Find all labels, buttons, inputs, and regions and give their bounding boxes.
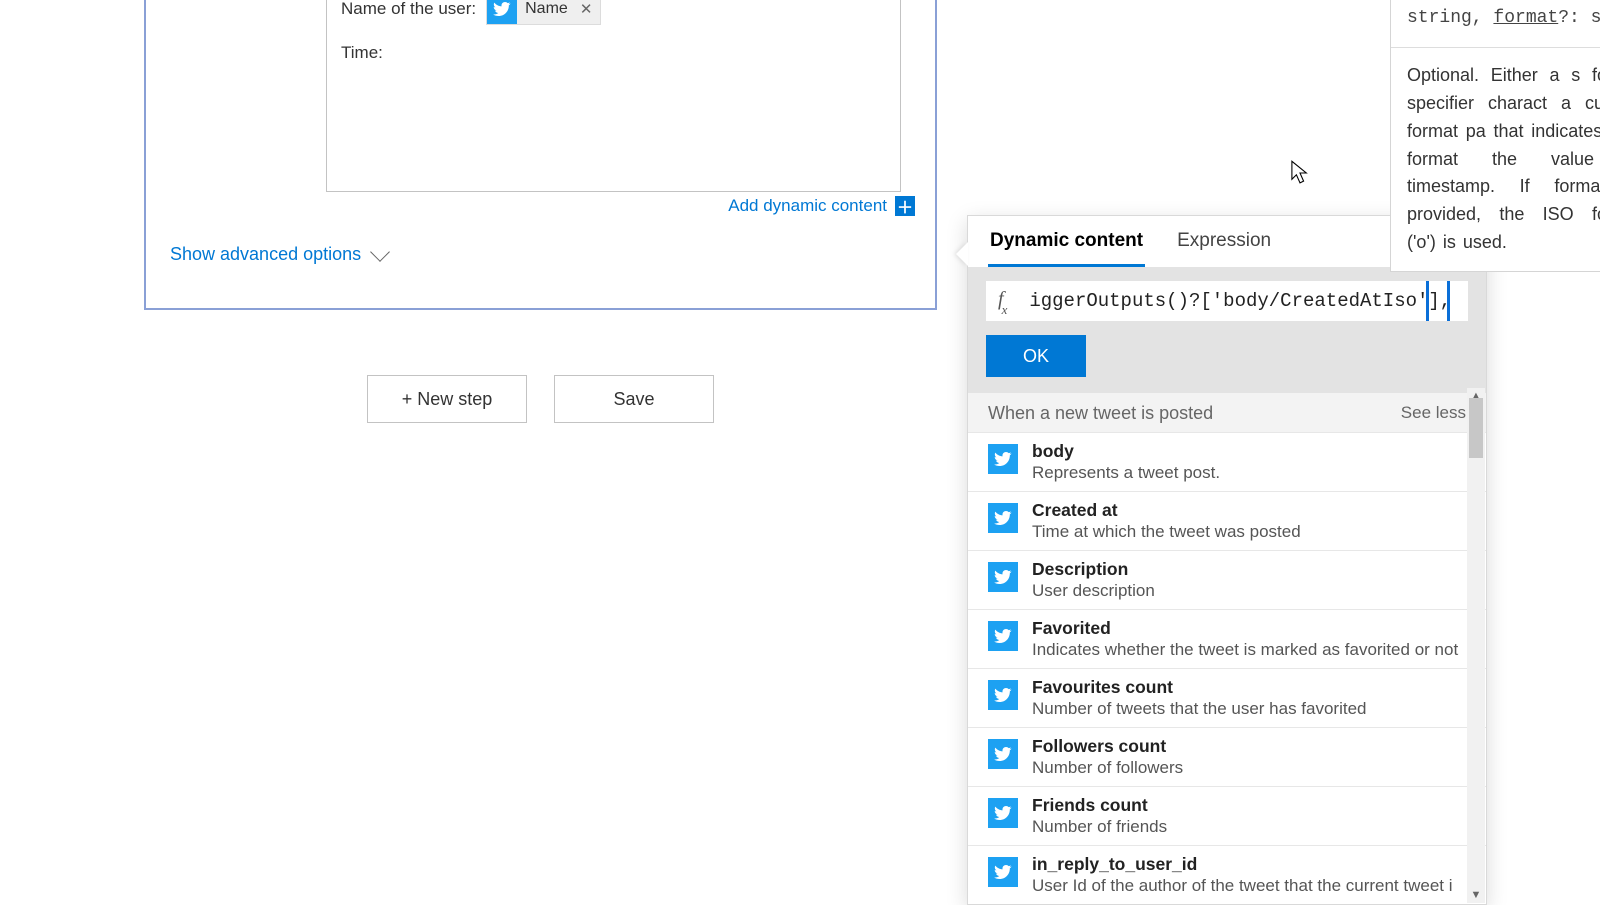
tooltip-description: Optional. Either a s format specifier ch… — [1407, 62, 1600, 257]
signature-line: string, format?: str — [1407, 5, 1600, 33]
chevron-down-icon — [370, 242, 390, 262]
new-step-button[interactable]: + New step — [367, 375, 527, 423]
dynamic-content-panel: Dynamic content Expression fx iggerOutpu… — [967, 215, 1487, 905]
line2-text: Time: — [341, 43, 383, 63]
item-title: in_reply_to_user_id — [1032, 854, 1453, 875]
twitter-icon — [988, 798, 1018, 828]
twitter-icon — [988, 444, 1018, 474]
ok-button[interactable]: OK — [986, 335, 1086, 377]
line1-label: Name of the user: — [341, 0, 476, 19]
twitter-icon — [988, 680, 1018, 710]
expression-text: iggerOutputs()?['body/CreatedAtIso'], — [1029, 290, 1451, 312]
item-desc: Represents a tweet post. — [1032, 463, 1220, 483]
item-desc: Indicates whether the tweet is marked as… — [1032, 640, 1458, 660]
item-desc: Time at which the tweet was posted — [1032, 522, 1301, 542]
body-textarea[interactable]: Name of the user: Name ✕ Time: — [326, 0, 901, 192]
scroll-down-icon[interactable]: ▼ — [1467, 887, 1485, 903]
item-desc: Number of tweets that the user has favor… — [1032, 699, 1367, 719]
item-desc: User description — [1032, 581, 1155, 601]
twitter-icon — [988, 503, 1018, 533]
item-title: Friends count — [1032, 795, 1167, 816]
twitter-icon — [988, 562, 1018, 592]
list-scrollbar[interactable]: ▲ ▼ — [1467, 388, 1485, 903]
function-help-tooltip: string, format?: str Optional. Either a … — [1390, 0, 1600, 272]
see-less-link[interactable]: See less — [1401, 403, 1466, 424]
expression-input[interactable]: fx iggerOutputs()?['body/CreatedAtIso'], — [986, 281, 1468, 321]
twitter-icon — [988, 857, 1018, 887]
trigger-section-header: When a new tweet is posted See less — [968, 393, 1486, 432]
mouse-cursor-icon — [1291, 160, 1309, 186]
list-item[interactable]: FavoritedIndicates whether the tweet is … — [968, 609, 1486, 668]
tooltip-divider — [1391, 47, 1600, 48]
plus-icon: ＋ — [895, 196, 915, 216]
add-dynamic-content-label: Add dynamic content — [728, 196, 887, 216]
item-title: Favorited — [1032, 618, 1458, 639]
show-advanced-options-link[interactable]: Show advanced options — [170, 244, 387, 265]
list-item[interactable]: Created atTime at which the tweet was po… — [968, 491, 1486, 550]
list-item[interactable]: DescriptionUser description — [968, 550, 1486, 609]
chip-label: Name — [525, 0, 568, 18]
item-desc: Number of followers — [1032, 758, 1183, 778]
twitter-icon — [487, 0, 517, 24]
fx-icon: fx — [998, 288, 1009, 314]
twitter-icon — [988, 621, 1018, 651]
save-label: Save — [613, 389, 654, 410]
new-step-label: + New step — [402, 389, 493, 410]
item-title: Description — [1032, 559, 1155, 580]
section-title: When a new tweet is posted — [988, 403, 1213, 424]
item-desc: Number of friends — [1032, 817, 1167, 837]
body-line-2: Time: — [341, 43, 886, 63]
list-item[interactable]: bodyRepresents a tweet post. — [968, 432, 1486, 491]
dynamic-content-list[interactable]: bodyRepresents a tweet post.Created atTi… — [968, 432, 1486, 904]
ok-row: OK — [968, 335, 1486, 393]
body-line-1: Name of the user: Name ✕ — [341, 0, 886, 25]
twitter-icon — [988, 739, 1018, 769]
save-button[interactable]: Save — [554, 375, 714, 423]
chip-remove-icon[interactable]: ✕ — [576, 0, 593, 18]
item-title: Followers count — [1032, 736, 1183, 757]
action-card: Name of the user: Name ✕ Time: Add dynam… — [144, 0, 937, 310]
item-title: body — [1032, 441, 1220, 462]
item-title: Created at — [1032, 500, 1301, 521]
tab-expression[interactable]: Expression — [1175, 224, 1273, 267]
item-desc: User Id of the author of the tweet that … — [1032, 876, 1453, 896]
advanced-label: Show advanced options — [170, 244, 361, 265]
panel-pointer-icon — [956, 242, 968, 266]
add-dynamic-content-link[interactable]: Add dynamic content ＋ — [728, 196, 915, 216]
list-item[interactable]: Friends countNumber of friends — [968, 786, 1486, 845]
token-chip-name[interactable]: Name ✕ — [486, 0, 601, 25]
list-item[interactable]: in_reply_to_user_idUser Id of the author… — [968, 845, 1486, 904]
expression-row: fx iggerOutputs()?['body/CreatedAtIso'], — [968, 267, 1486, 335]
tab-dynamic-content[interactable]: Dynamic content — [988, 224, 1145, 267]
list-item[interactable]: Favourites countNumber of tweets that th… — [968, 668, 1486, 727]
item-title: Favourites count — [1032, 677, 1367, 698]
scroll-thumb[interactable] — [1469, 398, 1483, 458]
list-item[interactable]: Followers countNumber of followers — [968, 727, 1486, 786]
